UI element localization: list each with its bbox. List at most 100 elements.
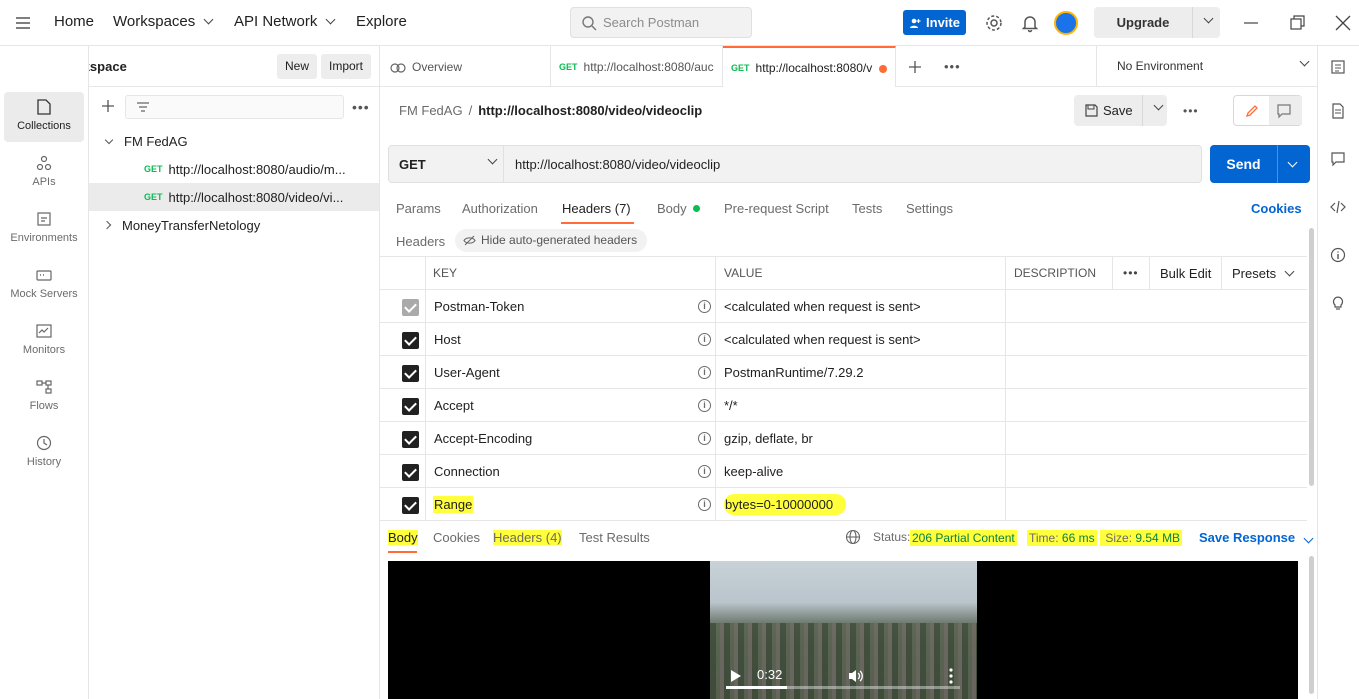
header-value[interactable]: */* [724, 398, 738, 413]
comments-icon[interactable] [1330, 151, 1346, 167]
play-icon[interactable] [730, 669, 742, 683]
video-player[interactable]: 0:32 [388, 561, 1298, 699]
request-more-icon[interactable]: ••• [1183, 104, 1199, 118]
new-tab-icon[interactable] [908, 60, 922, 74]
response-tab-headers[interactable]: Headers (4) [493, 530, 562, 545]
table-row[interactable]: Postman-Token i <calculated when request i… [380, 290, 1307, 323]
response-scrollbar[interactable] [1309, 556, 1314, 694]
import-button[interactable]: Import [321, 54, 372, 79]
tab-body[interactable]: Body [657, 201, 700, 216]
headers-scrollbar[interactable] [1309, 228, 1314, 486]
row-checkbox[interactable] [402, 431, 419, 448]
row-checkbox[interactable] [402, 497, 419, 514]
chevron-down-icon[interactable] [1287, 157, 1298, 168]
rail-collections[interactable]: Collections [4, 92, 84, 142]
table-row[interactable]: Accept i */* [380, 389, 1307, 422]
rail-history[interactable]: History [4, 428, 84, 478]
save-response-button[interactable]: Save Response [1199, 530, 1314, 545]
menu-icon[interactable] [14, 14, 32, 32]
tab-params[interactable]: Params [396, 201, 441, 216]
request-audio[interactable]: GET http://localhost:8080/audio/m... [89, 155, 379, 183]
table-row[interactable]: User-Agent i PostmanRuntime/7.29.2 [380, 356, 1307, 389]
status-value[interactable]: 206 Partial Content [910, 530, 1017, 546]
method-selector[interactable]: GET [389, 146, 504, 182]
table-row[interactable]: Range i bytes=0-10000000 [380, 488, 1307, 521]
code-icon[interactable] [1330, 199, 1346, 215]
info-icon[interactable] [1330, 247, 1346, 263]
info-icon[interactable]: i [698, 300, 711, 313]
request-video[interactable]: GET http://localhost:8080/video/vi... [89, 183, 379, 211]
collection-fm-fedag[interactable]: FM FedAG [89, 127, 379, 155]
table-row[interactable]: Accept-Encoding i gzip, deflate, br [380, 422, 1307, 455]
edit-pencil-icon[interactable] [1244, 103, 1260, 119]
more-options-icon[interactable]: ••• [352, 99, 370, 115]
response-tab-test-results[interactable]: Test Results [579, 530, 650, 545]
add-icon[interactable] [101, 99, 115, 113]
info-icon[interactable]: i [698, 366, 711, 379]
header-value[interactable]: PostmanRuntime/7.29.2 [724, 365, 863, 380]
settings-gear-icon[interactable] [983, 12, 1005, 34]
response-tab-cookies[interactable]: Cookies [433, 530, 480, 545]
tab-authorization[interactable]: Authorization [462, 201, 538, 216]
video-progress-bar[interactable] [726, 686, 960, 689]
header-key[interactable]: Postman-Token [433, 298, 525, 315]
header-value[interactable]: bytes=0-10000000 [724, 493, 847, 515]
volume-icon[interactable] [848, 668, 864, 684]
row-checkbox[interactable] [402, 464, 419, 481]
rail-apis[interactable]: APIs [4, 148, 84, 198]
info-icon[interactable]: i [698, 333, 711, 346]
environment-quicklook-icon[interactable] [1330, 59, 1346, 75]
header-value[interactable]: keep-alive [724, 464, 783, 479]
more-vert-icon[interactable] [948, 667, 954, 685]
rail-mock-servers[interactable]: Mock Servers [4, 260, 84, 310]
url-input[interactable]: http://localhost:8080/video/videoclip [515, 157, 720, 172]
bulk-edit-button[interactable]: Bulk Edit [1160, 257, 1211, 289]
header-key[interactable]: Accept [433, 397, 475, 414]
rail-flows[interactable]: Flows [4, 372, 84, 422]
response-size[interactable]: Size: 9.54 MB [1100, 530, 1183, 546]
tab-overview[interactable]: Overview [380, 46, 551, 87]
tab-tests[interactable]: Tests [852, 201, 882, 216]
collection-money-transfer[interactable]: MoneyTransferNetology [89, 211, 379, 239]
header-key[interactable]: User-Agent [433, 364, 501, 381]
hide-auto-headers-button[interactable]: Hide auto-generated headers [455, 229, 648, 252]
nav-home[interactable]: Home [54, 13, 94, 30]
send-button[interactable]: Send [1210, 145, 1310, 183]
breadcrumb-current[interactable]: http://localhost:8080/video/videoclip [478, 103, 702, 118]
documentation-icon[interactable] [1330, 103, 1346, 119]
row-checkbox[interactable] [402, 365, 419, 382]
tab-pre-request-script[interactable]: Pre-request Script [724, 201, 829, 216]
presets-button[interactable]: Presets [1232, 257, 1295, 289]
globe-icon[interactable] [845, 529, 861, 545]
rail-monitors[interactable]: Monitors [4, 316, 84, 366]
header-key[interactable]: Range [433, 495, 474, 513]
table-row[interactable]: Connection i keep-alive [380, 455, 1307, 488]
table-row[interactable]: Host i <calculated when request is sent> [380, 323, 1307, 356]
nav-api-network[interactable]: API Network [234, 13, 336, 30]
header-key[interactable]: Host [433, 331, 462, 348]
comment-mode-icon[interactable] [1276, 103, 1292, 119]
info-icon[interactable]: i [698, 498, 711, 511]
row-checkbox[interactable] [402, 332, 419, 349]
header-key[interactable]: Accept-Encoding [433, 430, 533, 447]
info-icon[interactable]: i [698, 465, 711, 478]
upgrade-button[interactable]: Upgrade [1094, 7, 1220, 38]
row-checkbox[interactable] [402, 299, 419, 316]
header-value[interactable]: <calculated when request is sent> [724, 299, 921, 314]
close-icon[interactable] [1332, 12, 1354, 34]
avatar[interactable] [1054, 11, 1078, 35]
new-button[interactable]: New [277, 54, 318, 79]
filter-input[interactable] [125, 95, 344, 119]
tab-settings[interactable]: Settings [906, 201, 953, 216]
lightbulb-icon[interactable] [1330, 295, 1346, 311]
tab-headers[interactable]: Headers (7) [562, 201, 631, 216]
save-button[interactable]: Save [1074, 95, 1167, 126]
breadcrumb-parent[interactable]: FM FedAG [399, 103, 463, 118]
header-value[interactable]: gzip, deflate, br [724, 431, 813, 446]
restore-icon[interactable] [1286, 12, 1308, 34]
tabs-more-icon[interactable]: ••• [944, 59, 961, 74]
info-icon[interactable]: i [698, 432, 711, 445]
row-checkbox[interactable] [402, 398, 419, 415]
response-time[interactable]: Time: 66 ms [1027, 530, 1097, 546]
tab-audio-request[interactable]: GET http://localhost:8080/auc [551, 46, 723, 87]
